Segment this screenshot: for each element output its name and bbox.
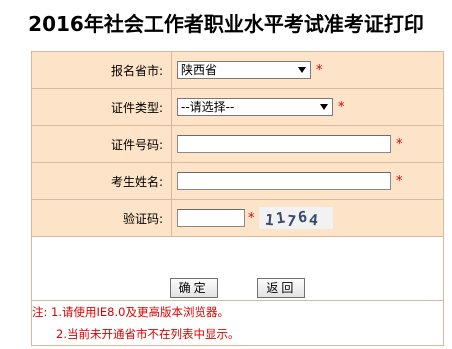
id-type-select[interactable]: --请选择-- — [177, 98, 333, 116]
note-line-1: 注: 1.请使用IE8.0及更高版本浏览器。 — [32, 305, 229, 319]
required-mark: * — [338, 99, 345, 115]
name-row: 考生姓名: * — [31, 162, 444, 200]
id-number-row: 证件号码: * — [31, 125, 444, 163]
name-label: 考生姓名: — [31, 162, 172, 200]
required-mark: * — [396, 136, 403, 152]
dropdown-arrow-icon — [298, 67, 306, 73]
captcha-input[interactable] — [177, 209, 245, 227]
page-title: 2016年社会工作者职业水平考试准考证打印 — [28, 12, 424, 36]
notes-row: 注: 1.请使用IE8.0及更高版本浏览器。 2.当前未开通省市不在列表中显示。 — [31, 300, 444, 346]
province-label: 报名省市: — [31, 51, 172, 89]
id-number-label: 证件号码: — [31, 125, 172, 163]
province-row: 报名省市: 陕西省 * — [31, 51, 444, 89]
back-button[interactable]: 返回 — [257, 278, 306, 298]
required-mark: * — [396, 173, 403, 189]
captcha-char: 4 — [307, 210, 319, 230]
id-type-row: 证件类型: --请选择-- * — [31, 88, 444, 126]
id-type-label: 证件类型: — [31, 88, 172, 126]
button-row: 确定 返回 — [31, 236, 444, 301]
confirm-button[interactable]: 确定 — [169, 278, 218, 298]
captcha-char: 6 — [296, 207, 308, 227]
captcha-char: 1 — [263, 210, 275, 230]
required-mark: * — [248, 210, 255, 226]
captcha-row: 验证码: * 11764 — [31, 199, 444, 237]
id-number-input[interactable] — [177, 135, 391, 153]
captcha-char: 7 — [285, 211, 297, 231]
captcha-char: 1 — [274, 208, 286, 228]
captcha-image[interactable]: 11764 — [258, 207, 333, 231]
exam-ticket-form: 报名省市: 陕西省 * 证件类型: --请选择-- * 证件号码: * 考生姓名… — [31, 51, 444, 346]
required-mark: * — [316, 62, 323, 78]
id-type-selected-value: --请选择-- — [181, 100, 235, 114]
captcha-label: 验证码: — [31, 199, 172, 237]
province-selected-value: 陕西省 — [181, 63, 218, 77]
province-select[interactable]: 陕西省 — [177, 61, 311, 79]
name-input[interactable] — [177, 172, 391, 190]
dropdown-arrow-icon — [320, 104, 328, 110]
note-line-2: 2.当前未开通省市不在列表中显示。 — [56, 327, 240, 341]
